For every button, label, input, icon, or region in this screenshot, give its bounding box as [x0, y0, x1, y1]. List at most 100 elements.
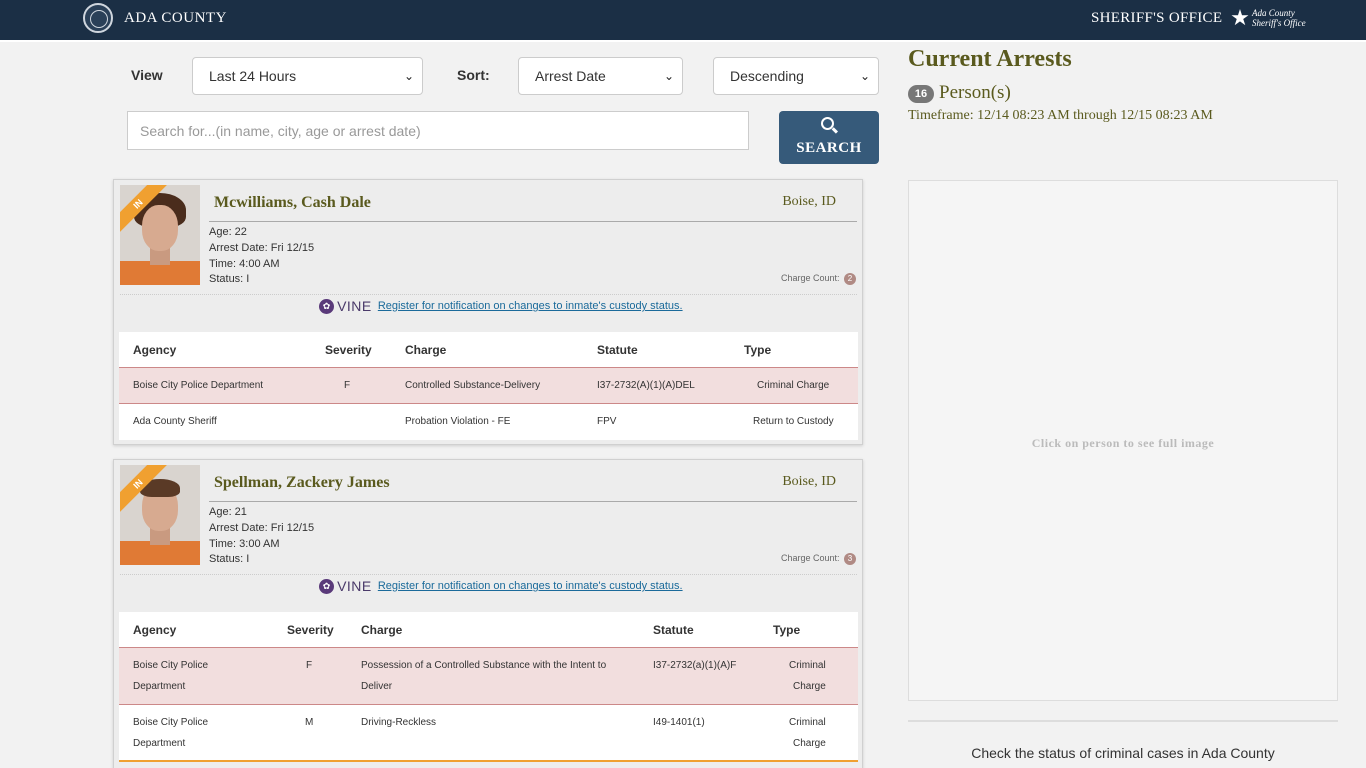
- col-type: Type: [773, 623, 801, 637]
- cell-statute: I37-2732(A)(1)(A)DEL: [597, 380, 695, 391]
- cell-agency-cont: Department: [133, 681, 186, 692]
- sort-select-value: Arrest Date: [535, 68, 606, 84]
- charge-count-label: Charge Count:: [780, 273, 840, 283]
- person-count-badge: 16: [908, 85, 934, 103]
- sort-label: Sort:: [457, 67, 490, 83]
- sheriff-star-icon[interactable]: ★: [1228, 4, 1252, 32]
- cell-type: Return to Custody: [753, 416, 834, 427]
- image-panel-hint: Click on person to see full image: [1031, 436, 1215, 450]
- person-arrest-time: Time: 4:00 AM: [209, 258, 280, 270]
- charge-count-badge: 2: [844, 273, 856, 285]
- chevron-down-icon: ⌄: [859, 69, 870, 83]
- person-name[interactable]: Spellman, Zackery James: [214, 474, 390, 492]
- col-severity: Severity: [287, 623, 334, 637]
- charge-count: Charge Count: 2: [781, 273, 856, 285]
- vine-notification: ✿ VINE Register for notification on chan…: [319, 578, 683, 594]
- cell-statute: I37-2732(a)(1)(A)F: [653, 660, 737, 671]
- order-select-value: Descending: [730, 68, 804, 84]
- cell-type: Criminal Charge: [757, 380, 830, 391]
- cell-severity: M: [305, 717, 314, 728]
- cell-agency: Boise City Police: [133, 717, 209, 728]
- person-name[interactable]: Mcwilliams, Cash Dale: [214, 194, 371, 212]
- person-arrest-date: Arrest Date: Fri 12/15: [209, 242, 315, 254]
- county-seal-icon[interactable]: [83, 3, 113, 33]
- sort-select[interactable]: Arrest Date ⌄: [518, 57, 683, 95]
- charge-count-label: Charge Count:: [780, 553, 840, 563]
- cell-charge: Probation Violation - FE: [405, 416, 511, 427]
- vine-logo-icon: ✿: [319, 298, 334, 314]
- vine-logo-text: VINE: [337, 298, 372, 314]
- cell-type: Criminal: [789, 660, 826, 671]
- search-icon: [821, 117, 834, 130]
- charges-table: Agency Severity Charge Statute Type Bois…: [119, 612, 858, 762]
- person-age: Age: 22: [209, 226, 247, 238]
- cell-agency: Boise City Police: [133, 660, 209, 671]
- person-status: Status: I: [209, 273, 250, 285]
- search-button-label: SEARCH: [796, 140, 862, 156]
- col-statute: Statute: [653, 623, 694, 637]
- search-button[interactable]: SEARCH: [779, 111, 879, 164]
- person-city: Boise, ID: [782, 474, 836, 489]
- mugshot-photo[interactable]: IN: [120, 465, 200, 565]
- cell-charge: Possession of a Controlled Substance wit…: [361, 660, 607, 671]
- cell-agency: Boise City Police Department: [133, 380, 264, 391]
- col-agency: Agency: [133, 623, 177, 637]
- cell-charge: Controlled Substance-Delivery: [405, 380, 541, 391]
- table-row: Boise City Police Department M Driving-R…: [119, 705, 858, 762]
- order-select[interactable]: Descending ⌄: [713, 57, 879, 95]
- criminal-cases-link[interactable]: Check the status of criminal cases in Ad…: [908, 745, 1338, 761]
- office-name[interactable]: SHERIFF'S OFFICE: [1091, 10, 1222, 27]
- table-row: Ada County Sheriff Probation Violation -…: [119, 404, 858, 440]
- arrest-card[interactable]: IN Spellman, Zackery James Boise, ID Age…: [113, 459, 863, 768]
- arrest-card[interactable]: IN Mcwilliams, Cash Dale Boise, ID Age: …: [113, 179, 863, 445]
- person-status: Status: I: [209, 553, 250, 565]
- table-row: Boise City Police Department F Controlle…: [119, 368, 858, 404]
- cell-type: Criminal: [789, 717, 826, 728]
- person-city: Boise, ID: [782, 194, 836, 209]
- col-charge: Charge: [361, 623, 403, 637]
- dotted-divider: [120, 574, 857, 575]
- vine-notification: ✿ VINE Register for notification on chan…: [319, 298, 683, 314]
- col-agency: Agency: [133, 343, 177, 357]
- charges-table-header: Agency Severity Charge Statute Type: [119, 332, 858, 368]
- cell-agency: Ada County Sheriff: [133, 416, 217, 427]
- right-divider: [908, 720, 1338, 722]
- cell-statute: I49-1401(1): [653, 717, 705, 728]
- chevron-down-icon: ⌄: [663, 69, 674, 83]
- search-input[interactable]: Search for...(in name, city, age or arre…: [127, 111, 749, 150]
- photo-face: [142, 205, 178, 251]
- charges-table: Agency Severity Charge Statute Type Bois…: [119, 332, 858, 440]
- chevron-down-icon: ⌄: [403, 69, 414, 83]
- table-row: Boise City Police Department F Possessio…: [119, 648, 858, 705]
- cell-statute: FPV: [597, 416, 617, 427]
- page-title: Current Arrests: [908, 46, 1072, 72]
- cell-charge-cont: Deliver: [361, 681, 393, 692]
- cell-agency-cont: Department: [133, 738, 186, 749]
- col-type: Type: [744, 343, 772, 357]
- logo-text-line-2: Sheriff's Office: [1252, 18, 1306, 28]
- logo-text-line-1: Ada County: [1252, 8, 1295, 18]
- dotted-divider: [120, 294, 857, 295]
- cell-severity: F: [306, 660, 313, 671]
- full-image-panel: Click on person to see full image: [908, 180, 1338, 701]
- vine-register-link[interactable]: Register for notification on changes to …: [378, 580, 683, 592]
- person-age: Age: 21: [209, 506, 247, 518]
- sheriff-logo-text: Ada County Sheriff's Office: [1252, 8, 1306, 28]
- cell-severity: F: [344, 380, 351, 391]
- timeframe-text: Timeframe: 12/14 08:23 AM through 12/15 …: [908, 108, 1213, 123]
- cell-charge: Driving-Reckless: [361, 717, 437, 728]
- cell-type-cont: Charge: [793, 738, 826, 749]
- col-charge: Charge: [405, 343, 447, 357]
- vine-logo-text: VINE: [337, 578, 372, 594]
- person-count-label: Person(s): [939, 82, 1011, 103]
- charge-count: Charge Count: 3: [781, 553, 856, 565]
- vine-logo-icon: ✿: [319, 578, 334, 594]
- view-select[interactable]: Last 24 Hours ⌄: [192, 57, 423, 95]
- brand-name[interactable]: ADA COUNTY: [124, 10, 227, 27]
- mugshot-photo[interactable]: IN: [120, 185, 200, 285]
- view-select-value: Last 24 Hours: [209, 68, 297, 84]
- header-divider: [0, 40, 1366, 42]
- cell-type-cont: Charge: [793, 681, 826, 692]
- vine-register-link[interactable]: Register for notification on changes to …: [378, 300, 683, 312]
- top-bar: ADA COUNTY SHERIFF'S OFFICE ★ Ada County…: [0, 0, 1366, 40]
